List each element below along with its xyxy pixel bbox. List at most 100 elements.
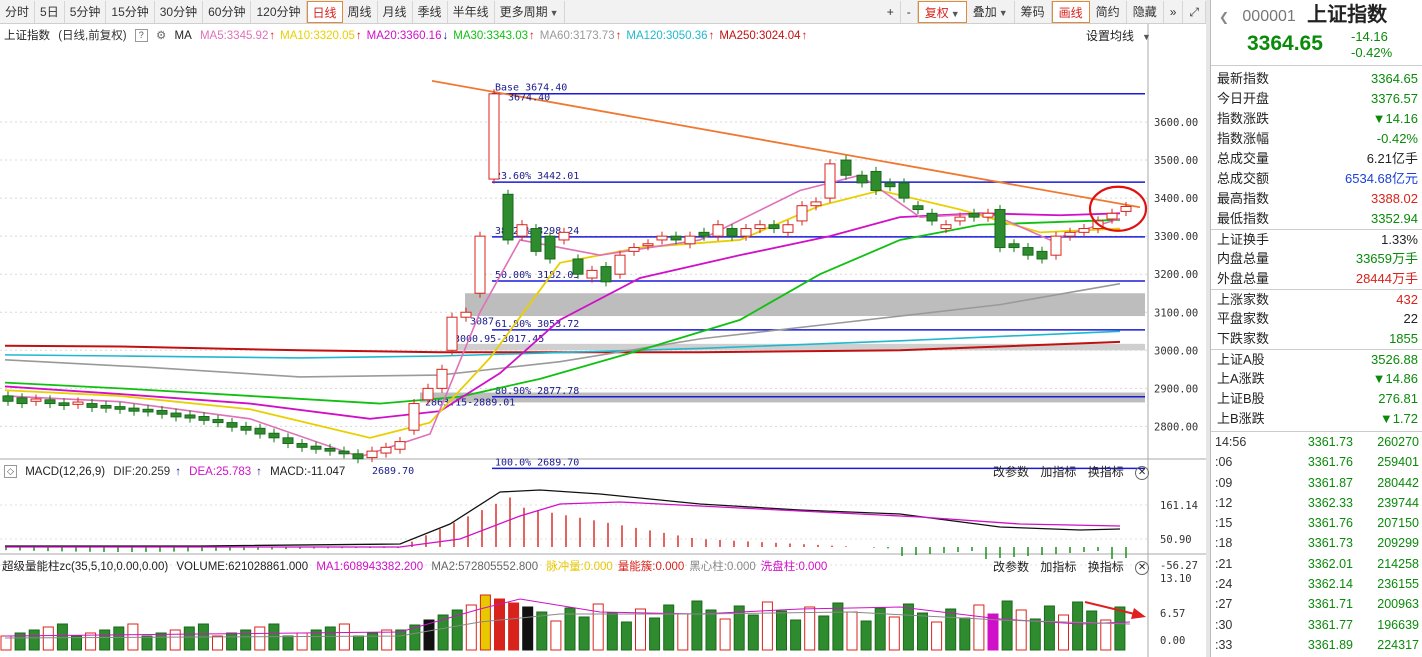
stat-row: 上证A股 3526.88 — [1211, 349, 1422, 369]
stat-value: 6.21亿手 — [1366, 151, 1418, 166]
candle-body — [310, 445, 322, 450]
candle-body — [212, 419, 224, 424]
volume-bar — [338, 623, 350, 651]
period-toolbar: 分时 5日 5分钟 15分钟 30分钟 60分钟 120分钟 日线 周线 月线 季线 半年线 更多周期 ▼… — [0, 0, 1206, 24]
kline-chart-area[interactable]: 3600.00 3500.00 3400.00 3300.00 3200.00 3100.… — [0, 24, 1206, 657]
main-indicator-title: 上证指数 (日线,前复权) ? ⚙ MA MA5:3345.92↑ MA10:33… — [4, 26, 817, 46]
volume-bar — [367, 632, 379, 651]
volume-bar — [522, 606, 534, 651]
period-tab[interactable]: 季线 — [413, 0, 448, 23]
tick-list[interactable]: 14:56 3361.73 260270:06 3361.76 259401:09 336… — [1211, 431, 1422, 657]
gear-icon[interactable]: ⚙ — [156, 30, 166, 42]
close-icon[interactable]: ✕ — [1135, 465, 1150, 480]
period-tab[interactable]: 半年线 — [448, 0, 495, 23]
quote-panel: ❮ 000001 上证指数 3364.65 -14.16 -0.42% 最新指数… — [1210, 0, 1422, 657]
y-tick-label: 2900.00 — [1154, 383, 1198, 395]
tick-price: 3361.71 — [1307, 597, 1353, 612]
collapse-icon[interactable]: ◇ — [4, 465, 17, 479]
volume-switch-indicator[interactable]: 换指标 — [1088, 560, 1124, 574]
stat-label: 指数涨幅 — [1217, 131, 1270, 146]
fib-label: 23.60% 3442.01 — [495, 171, 579, 182]
volume-bar — [705, 609, 717, 651]
candle-body — [170, 412, 182, 418]
volume-bar — [240, 629, 252, 651]
toolbar-item[interactable]: - — [901, 0, 918, 23]
toolbar-item[interactable]: + — [881, 0, 901, 23]
volume-bar — [761, 601, 773, 651]
expand-icon[interactable]: ⤢ — [1183, 0, 1206, 23]
stat-row: 外盘总量 28444万手 — [1211, 269, 1422, 289]
y-tick-label: 3200.00 — [1154, 269, 1198, 281]
volume-bar — [832, 602, 844, 651]
candle-body — [656, 235, 668, 241]
period-tab[interactable]: 日线 — [306, 0, 343, 23]
candle-body — [726, 228, 738, 237]
candle-body — [684, 235, 696, 245]
stat-value: -0.42% — [1376, 131, 1418, 146]
volume-bar — [1114, 606, 1126, 651]
volume-bar — [282, 635, 294, 651]
toolbar-more-arrow[interactable]: » — [1164, 0, 1184, 23]
candle-body — [740, 228, 752, 237]
candle-body — [394, 441, 406, 450]
candle-body — [16, 397, 28, 405]
ma-value: MA120:3050.36 — [626, 30, 708, 42]
candle-body — [366, 450, 378, 459]
candle-body — [856, 174, 868, 184]
toolbar-item[interactable]: 筹码 — [1015, 0, 1052, 23]
period-tab[interactable]: 30分钟 — [155, 0, 204, 23]
period-tab[interactable]: 分时 — [0, 0, 36, 23]
volume-change-params[interactable]: 改参数 — [993, 560, 1029, 574]
close-icon[interactable]: ✕ — [1135, 560, 1150, 575]
stat-label: 指数涨跌 — [1217, 111, 1270, 126]
stat-row: 上证B股 276.81 — [1211, 389, 1422, 409]
candle-body — [516, 224, 528, 237]
stat-value: 6534.68亿元 — [1345, 171, 1418, 186]
volume-title-row: 超级量能柱zc(35,5,10,0.00,0.00) VOLUME:621028… — [2, 557, 837, 577]
period-tab[interactable]: 5分钟 — [65, 0, 107, 23]
volume-y-tick: 13.10 — [1160, 573, 1192, 585]
candle-body — [1008, 243, 1020, 249]
candle-body — [954, 216, 966, 222]
candle-body — [72, 401, 84, 405]
macd-switch-indicator[interactable]: 换指标 — [1088, 465, 1124, 479]
tick-row: 14:56 3361.73 260270 — [1211, 432, 1422, 452]
toolbar-item[interactable]: 复权 ▼ — [917, 0, 967, 23]
period-tab[interactable]: 60分钟 — [203, 0, 252, 23]
volume-y-tick: 0.00 — [1160, 635, 1185, 647]
volume-add-indicator[interactable]: 加指标 — [1040, 560, 1076, 574]
tick-vol: 200963 — [1377, 597, 1419, 612]
toolbar-item[interactable]: 简约 — [1090, 0, 1127, 23]
toolbar-item[interactable]: 隐藏 — [1127, 0, 1164, 23]
candle-body — [422, 387, 434, 401]
chevron-down-icon: ▼ — [950, 8, 960, 19]
period-tab[interactable]: 月线 — [378, 0, 413, 23]
tick-row: :27 3361.71 200963 — [1211, 594, 1422, 614]
ma-value: MA10:3320.05 — [280, 30, 355, 42]
stat-value: 3388.02 — [1371, 191, 1418, 206]
ma-settings[interactable]: 设置均线 ▼ — [1078, 27, 1151, 44]
toolbar-item[interactable]: 画线 — [1051, 0, 1090, 23]
volume-bar — [776, 610, 787, 651]
ma-settings-button[interactable]: 设置均线 — [1086, 29, 1134, 43]
candle-body — [1036, 250, 1048, 260]
tick-row: :24 3362.14 236155 — [1211, 574, 1422, 594]
period-tab[interactable]: 15分钟 — [106, 0, 155, 23]
ma-trend-arrow: ↑ — [355, 30, 362, 42]
period-tab[interactable]: 更多周期 ▼ — [495, 0, 565, 23]
candle-body — [1022, 247, 1034, 256]
macd-add-indicator[interactable]: 加指标 — [1040, 465, 1076, 479]
candle-body — [352, 453, 364, 460]
period-tab[interactable]: 周线 — [343, 0, 378, 23]
candle-body — [408, 403, 420, 431]
period-tab[interactable]: 5日 — [35, 0, 65, 23]
index-code: 000001 — [1242, 8, 1296, 25]
stat-label: 上涨家数 — [1217, 292, 1270, 307]
candle-body — [712, 224, 724, 237]
stat-label: 上B涨跌 — [1217, 411, 1265, 426]
help-icon[interactable]: ? — [134, 29, 148, 43]
macd-change-params[interactable]: 改参数 — [993, 465, 1029, 479]
toolbar-item[interactable]: 叠加 ▼ — [967, 0, 1015, 23]
period-tab[interactable]: 120分钟 — [251, 0, 307, 23]
nav-up-icon[interactable]: ❮ — [1219, 10, 1229, 24]
